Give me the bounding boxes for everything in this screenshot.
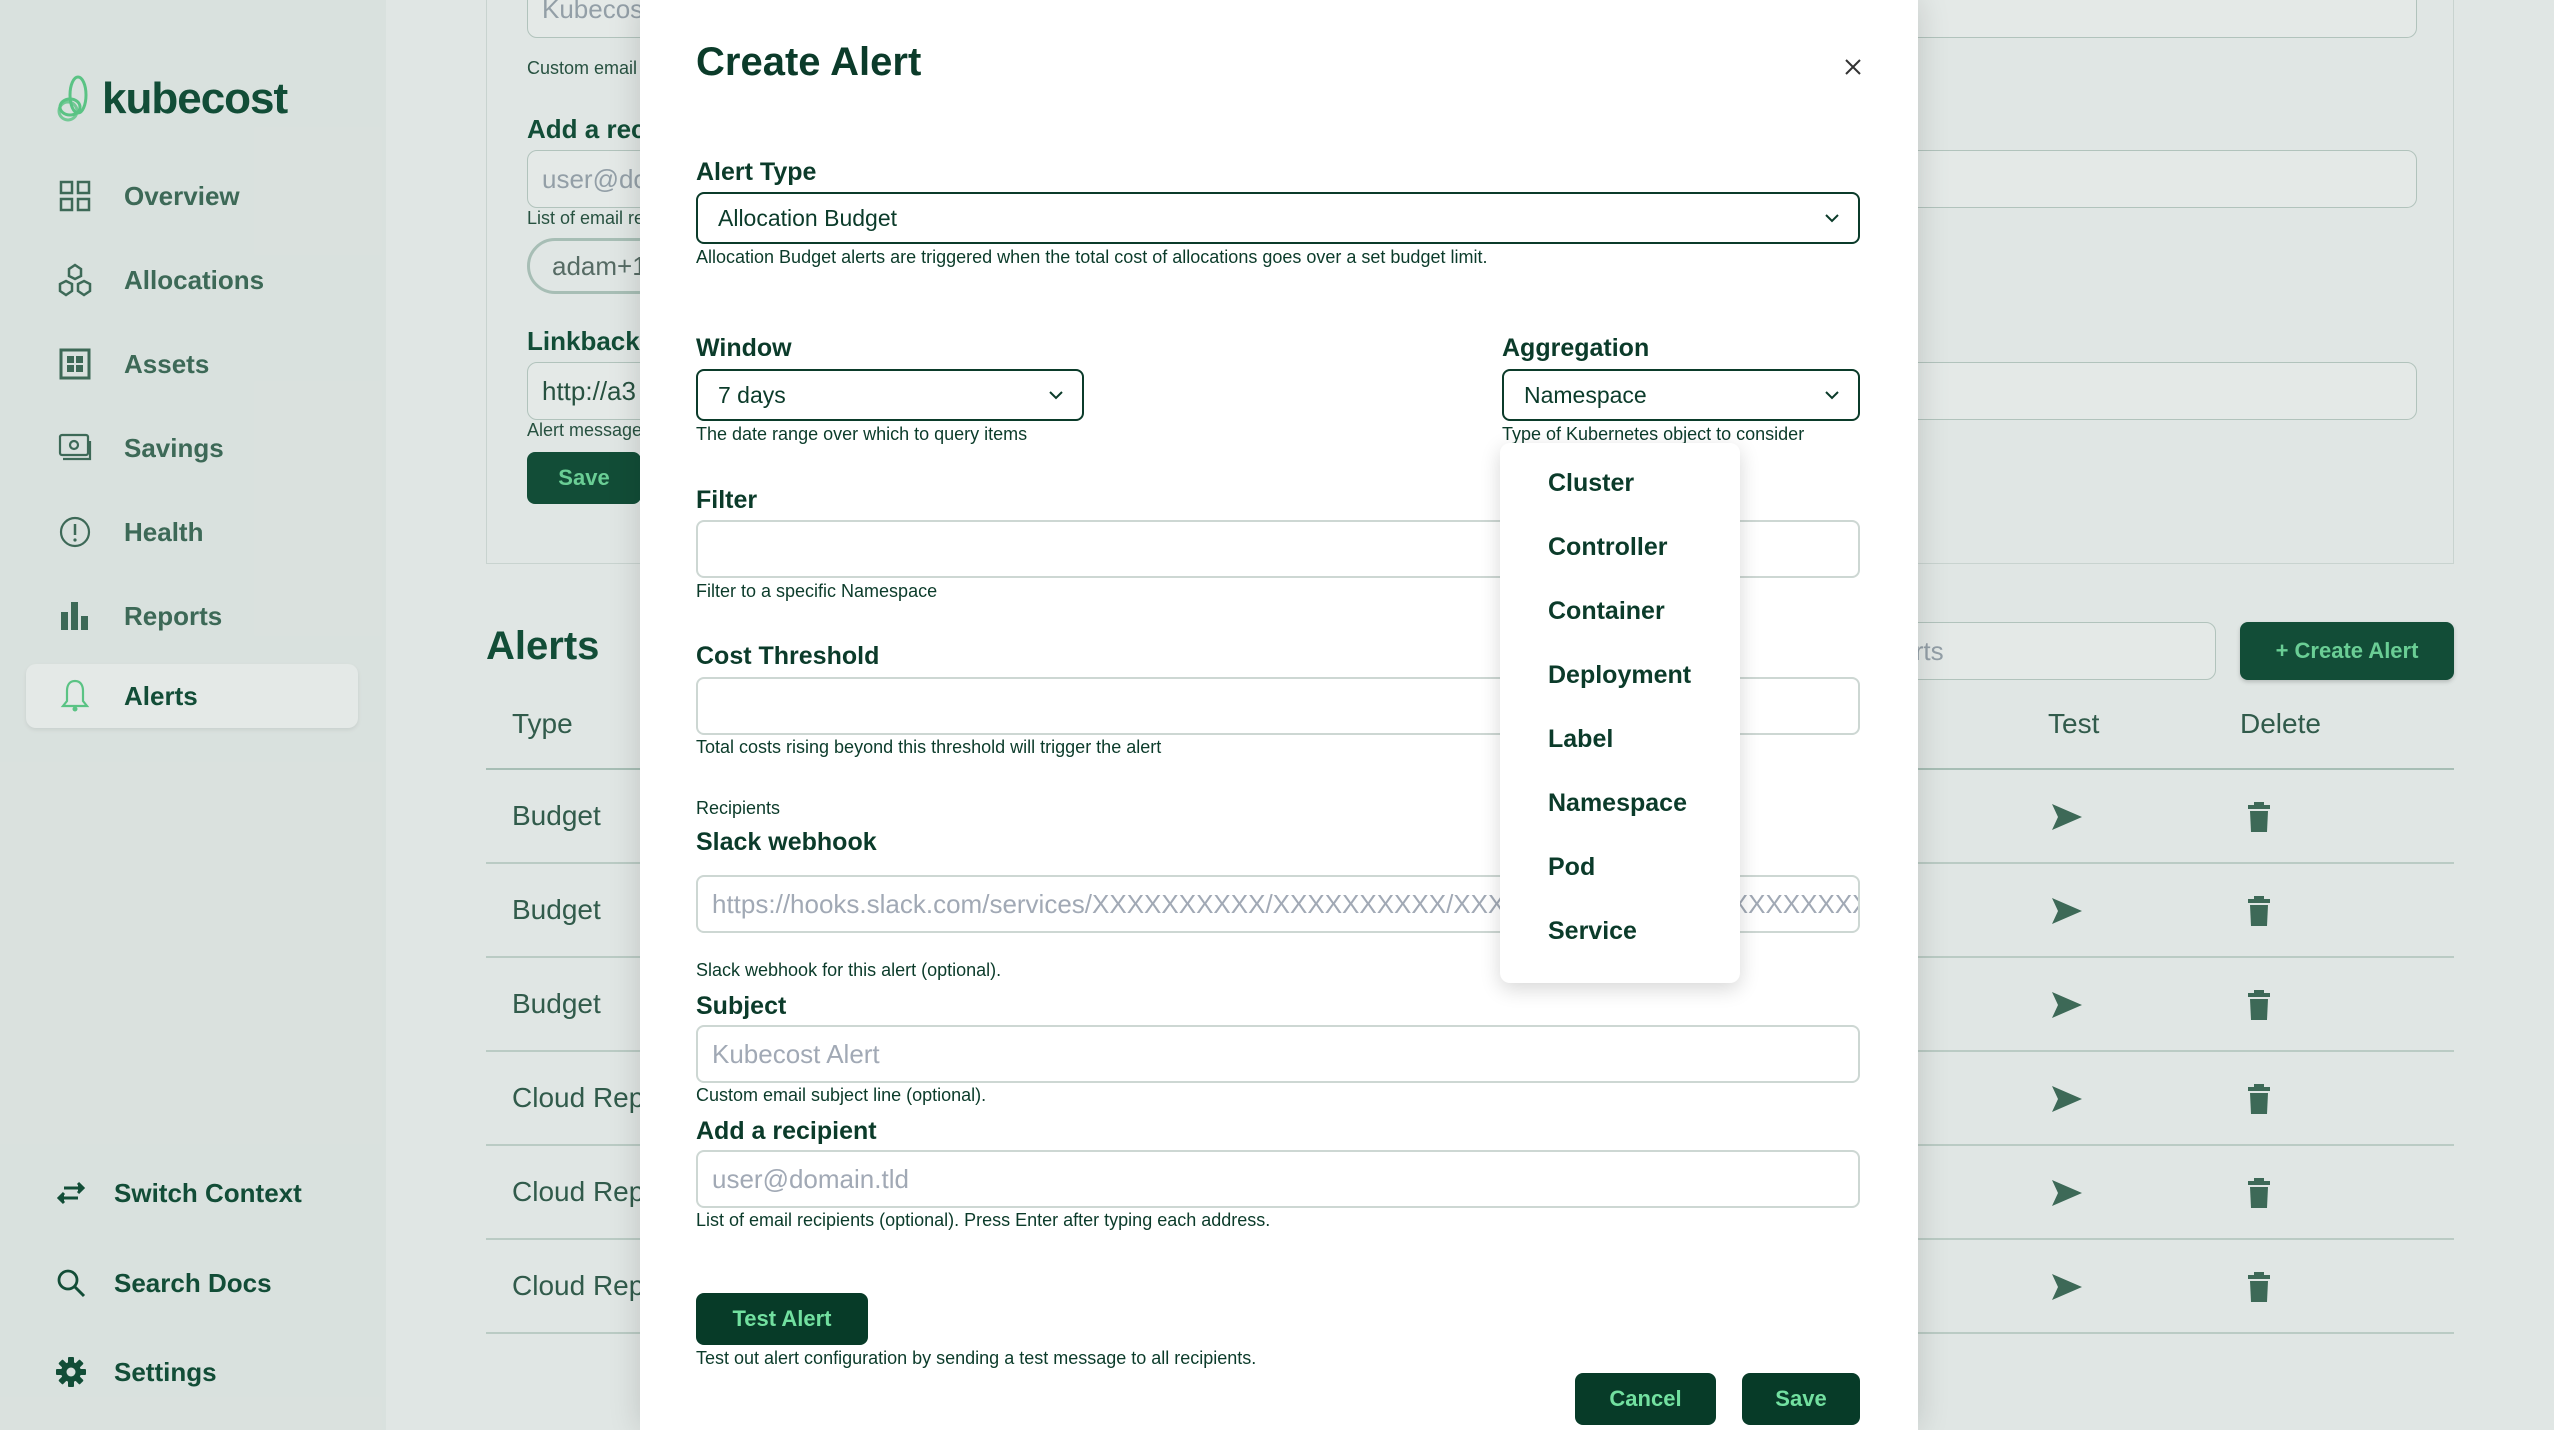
- cancel-button[interactable]: Cancel: [1575, 1373, 1716, 1425]
- aggregation-option-deployment[interactable]: Deployment: [1548, 661, 1691, 690]
- aggregation-dropdown-menu: Cluster Controller Container Deployment …: [1500, 443, 1740, 983]
- alert-type-label: Alert Type: [696, 158, 817, 186]
- aggregation-option-pod[interactable]: Pod: [1548, 853, 1595, 882]
- aggregation-option-service[interactable]: Service: [1548, 917, 1637, 946]
- aggregation-help: Type of Kubernetes object to consider: [1502, 424, 1805, 444]
- aggregation-option-cluster[interactable]: Cluster: [1548, 469, 1634, 498]
- cost-threshold-help: Total costs rising beyond this threshold…: [696, 737, 1162, 757]
- aggregation-option-controller[interactable]: Controller: [1548, 533, 1667, 562]
- modal-title: Create Alert: [696, 40, 922, 84]
- subject-help: Custom email subject line (optional).: [696, 1085, 987, 1105]
- window-select[interactable]: 7 days: [696, 369, 1084, 421]
- test-alert-help: Test out alert configuration by sending …: [696, 1348, 1257, 1368]
- recipient-input[interactable]: user@domain.tld: [696, 1150, 1860, 1208]
- chevron-down-icon: [1825, 391, 1839, 400]
- slack-webhook-label: Slack webhook: [696, 828, 877, 856]
- aggregation-option-container[interactable]: Container: [1548, 597, 1665, 626]
- alert-type-help: Allocation Budget alerts are triggered w…: [696, 247, 1488, 267]
- recipient-help: List of email recipients (optional). Pre…: [696, 1210, 1271, 1230]
- recipient-placeholder: user@domain.tld: [712, 1163, 909, 1194]
- aggregation-label: Aggregation: [1502, 334, 1650, 362]
- alert-type-select[interactable]: Allocation Budget: [696, 192, 1860, 244]
- aggregation-option-namespace[interactable]: Namespace: [1548, 789, 1687, 818]
- window-help: The date range over which to query items: [696, 424, 1028, 444]
- aggregation-select[interactable]: Namespace: [1502, 369, 1860, 421]
- window-value: 7 days: [718, 381, 786, 408]
- aggregation-value: Namespace: [1524, 381, 1647, 408]
- subject-label: Subject: [696, 992, 787, 1020]
- filter-label: Filter: [696, 486, 758, 514]
- filter-help: Filter to a specific Namespace: [696, 581, 938, 601]
- subject-input[interactable]: Kubecost Alert: [696, 1025, 1860, 1083]
- save-button[interactable]: Save: [1742, 1373, 1860, 1425]
- slack-webhook-help: Slack webhook for this alert (optional).: [696, 960, 1002, 980]
- chevron-down-icon: [1049, 391, 1063, 400]
- alert-type-value: Allocation Budget: [718, 204, 898, 231]
- close-button[interactable]: [1838, 52, 1868, 82]
- recipient-label: Add a recipient: [696, 1117, 877, 1145]
- subject-placeholder: Kubecost Alert: [712, 1038, 880, 1069]
- chevron-down-icon: [1825, 214, 1839, 223]
- test-alert-button[interactable]: Test Alert: [696, 1293, 868, 1345]
- close-icon: [1845, 59, 1861, 75]
- aggregation-option-label[interactable]: Label: [1548, 725, 1613, 754]
- recipients-heading: Recipients: [696, 798, 781, 818]
- cost-threshold-label: Cost Threshold: [696, 642, 880, 670]
- window-label: Window: [696, 334, 792, 362]
